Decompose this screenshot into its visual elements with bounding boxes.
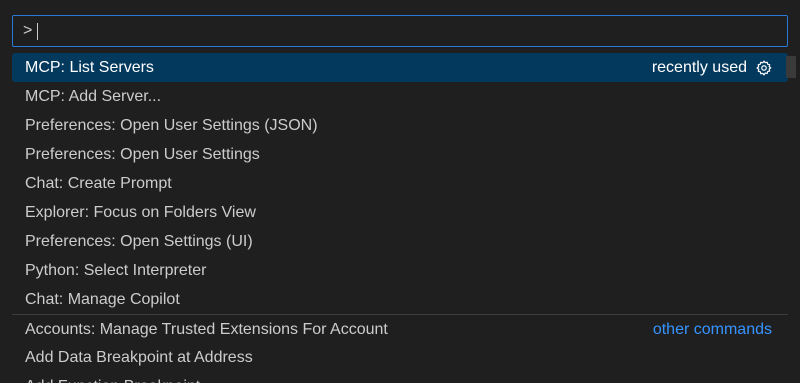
command-item-add-function-breakpoint[interactable]: Add Function Breakpoint [12,372,788,383]
command-label: Python: Select Interpreter [25,262,207,279]
command-input[interactable] [13,16,787,46]
command-label: Explorer: Focus on Folders View [25,204,256,221]
command-label: Accounts: Manage Trusted Extensions For … [25,320,388,338]
command-item-manage-trusted-extensions[interactable]: Accounts: Manage Trusted Extensions For … [12,314,788,343]
command-label: Preferences: Open User Settings (JSON) [25,117,318,134]
command-input-box[interactable] [12,15,788,47]
command-item-open-user-settings-json[interactable]: Preferences: Open User Settings (JSON) [12,111,788,140]
command-item-mcp-list-servers[interactable]: MCP: List Servers recently used [12,53,788,82]
command-meta-group: recently used [652,53,773,82]
command-label: Add Data Breakpoint at Address [25,349,253,366]
command-label: Add Function Breakpoint [25,372,200,383]
command-item-python-select-interpreter[interactable]: Python: Select Interpreter [12,256,788,285]
other-commands-label: other commands [652,320,772,338]
text-cursor [37,23,38,40]
list-scrollbar[interactable] [786,56,796,78]
command-label: MCP: Add Server... [25,88,162,105]
recently-used-label: recently used [651,59,747,76]
command-item-mcp-add-server[interactable]: MCP: Add Server... [12,82,788,111]
command-label: Chat: Manage Copilot [25,291,180,308]
command-label: MCP: List Servers [25,59,154,76]
command-item-open-user-settings[interactable]: Preferences: Open User Settings [12,140,788,169]
command-list: MCP: List Servers recently used MCP: Add… [12,53,788,383]
command-item-explorer-focus-folders[interactable]: Explorer: Focus on Folders View [12,198,788,227]
command-item-open-settings-ui[interactable]: Preferences: Open Settings (UI) [12,227,788,256]
command-item-add-data-breakpoint[interactable]: Add Data Breakpoint at Address [12,343,788,372]
command-label: Preferences: Open User Settings [25,146,260,163]
command-item-chat-create-prompt[interactable]: Chat: Create Prompt [12,169,788,198]
command-item-chat-manage-copilot[interactable]: Chat: Manage Copilot [12,285,788,314]
gear-icon[interactable] [755,59,773,77]
command-label: Chat: Create Prompt [25,175,172,192]
command-label: Preferences: Open Settings (UI) [25,233,253,250]
command-palette: MCP: List Servers recently used MCP: Add… [0,0,800,383]
